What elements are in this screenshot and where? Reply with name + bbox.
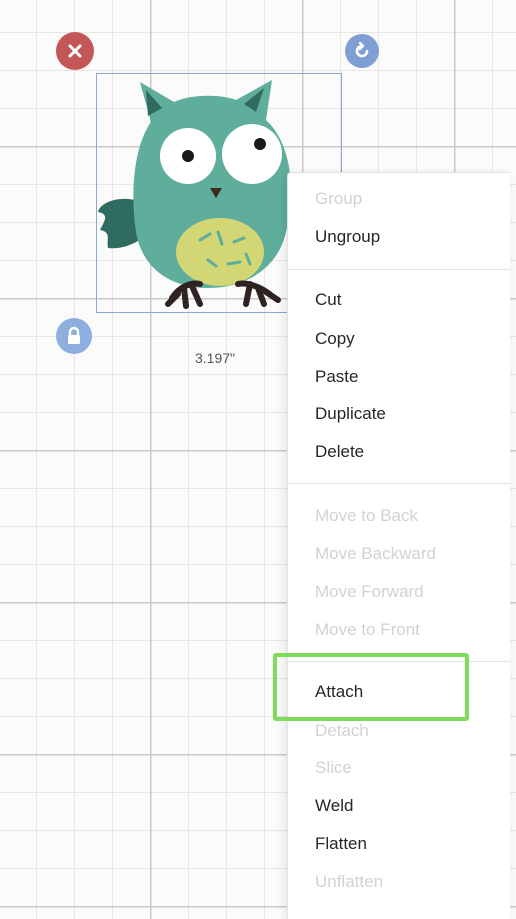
menu-item-unflatten: Unflatten bbox=[315, 872, 384, 891]
menu-divider bbox=[288, 483, 510, 484]
delete-handle[interactable] bbox=[56, 32, 94, 70]
lock-handle[interactable] bbox=[56, 318, 92, 354]
rotate-icon bbox=[355, 41, 369, 58]
menu-item-move-to-front: Move to Front bbox=[315, 620, 420, 639]
menu-item-paste[interactable]: Paste bbox=[315, 367, 358, 387]
menu-item-group: Group bbox=[315, 189, 363, 208]
menu-item-detach: Detach bbox=[315, 721, 369, 740]
menu-item-ungroup[interactable]: Ungroup bbox=[315, 227, 380, 247]
context-menu: Group Ungroup Cut Copy Paste Duplicate D… bbox=[287, 172, 510, 919]
menu-item-delete[interactable]: Delete bbox=[315, 442, 364, 462]
owl-image[interactable] bbox=[96, 72, 296, 316]
attach-highlight-box bbox=[273, 653, 469, 721]
menu-divider bbox=[288, 269, 510, 270]
lock-icon bbox=[68, 326, 80, 344]
menu-item-duplicate[interactable]: Duplicate bbox=[315, 404, 386, 424]
menu-item-flatten[interactable]: Flatten bbox=[315, 834, 367, 854]
close-icon bbox=[68, 44, 82, 58]
menu-item-move-backward: Move Backward bbox=[315, 544, 436, 563]
menu-item-move-to-back: Move to Back bbox=[315, 506, 418, 525]
menu-item-move-forward: Move Forward bbox=[315, 582, 424, 601]
menu-item-weld[interactable]: Weld bbox=[315, 796, 353, 816]
menu-item-copy[interactable]: Copy bbox=[315, 329, 355, 349]
rotate-handle[interactable] bbox=[345, 34, 379, 68]
size-dimension-label: 3.197" bbox=[195, 350, 236, 366]
menu-item-cut[interactable]: Cut bbox=[315, 290, 341, 310]
menu-item-slice: Slice bbox=[315, 758, 352, 777]
